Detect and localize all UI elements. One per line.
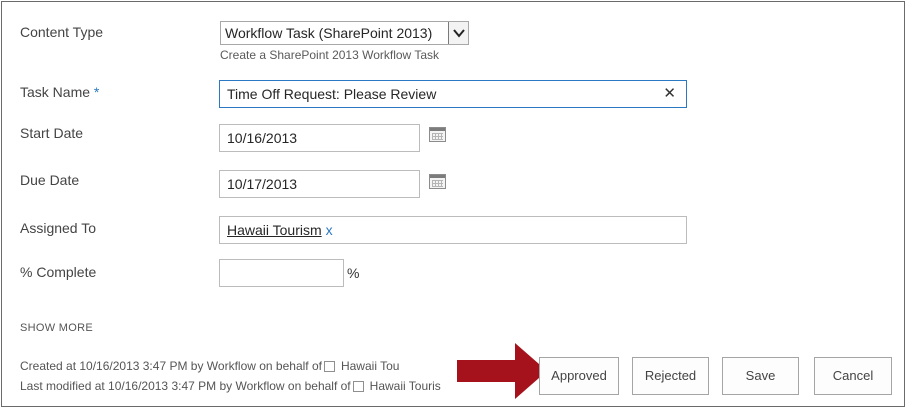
- content-type-description: Create a SharePoint 2013 Workflow Task: [220, 48, 440, 62]
- percent-complete-label: % Complete: [20, 264, 97, 280]
- due-date-input[interactable]: 10/17/2013: [219, 170, 420, 198]
- assigned-person-link[interactable]: Hawaii Tourism: [227, 222, 322, 238]
- required-marker: *: [93, 84, 100, 100]
- remove-person-icon[interactable]: x: [326, 222, 333, 238]
- percent-complete-input[interactable]: [219, 259, 344, 287]
- task-edit-form: Content Type Workflow Task (SharePoint 2…: [1, 1, 905, 407]
- start-date-input[interactable]: 10/16/2013: [219, 124, 420, 152]
- percent-sign: %: [347, 265, 360, 281]
- red-arrow-icon: [457, 343, 547, 399]
- modified-by-name: Hawaii Touris: [369, 379, 441, 393]
- task-name-value: Time Off Request: Please Review: [227, 86, 437, 102]
- created-by-name: Hawaii Tou: [340, 359, 400, 373]
- cancel-button[interactable]: Cancel: [814, 357, 892, 395]
- created-info: Created at 10/16/2013 3:47 PM by Workflo…: [20, 359, 399, 373]
- show-more-link[interactable]: SHOW MORE: [20, 322, 93, 334]
- task-name-input[interactable]: Time Off Request: Please Review ✕: [219, 80, 687, 108]
- task-name-label: Task Name *: [20, 84, 100, 100]
- created-text: Created at 10/16/2013 3:47 PM by Workflo…: [20, 359, 322, 373]
- approved-button[interactable]: Approved: [539, 357, 619, 395]
- assigned-to-input[interactable]: Hawaii Tourism x: [219, 216, 687, 244]
- save-button[interactable]: Save: [722, 357, 799, 395]
- content-type-value: Workflow Task (SharePoint 2013): [225, 25, 433, 41]
- clear-icon[interactable]: ✕: [663, 81, 676, 107]
- checkbox-icon: [352, 381, 364, 393]
- start-date-value: 10/16/2013: [227, 130, 298, 146]
- assigned-to-label: Assigned To: [20, 220, 97, 236]
- due-date-value: 10/17/2013: [227, 176, 298, 192]
- calendar-icon[interactable]: [429, 127, 446, 142]
- modified-text: Last modified at 10/16/2013 3:47 PM by W…: [20, 379, 351, 393]
- chevron-down-icon[interactable]: [448, 22, 468, 44]
- content-type-select[interactable]: Workflow Task (SharePoint 2013): [220, 21, 469, 45]
- content-type-label: Content Type: [20, 24, 104, 40]
- due-date-label: Due Date: [20, 172, 80, 188]
- rejected-button[interactable]: Rejected: [632, 357, 709, 395]
- calendar-icon[interactable]: [429, 174, 446, 189]
- start-date-label: Start Date: [20, 125, 84, 141]
- modified-info: Last modified at 10/16/2013 3:47 PM by W…: [20, 379, 441, 393]
- checkbox-icon: [323, 361, 335, 373]
